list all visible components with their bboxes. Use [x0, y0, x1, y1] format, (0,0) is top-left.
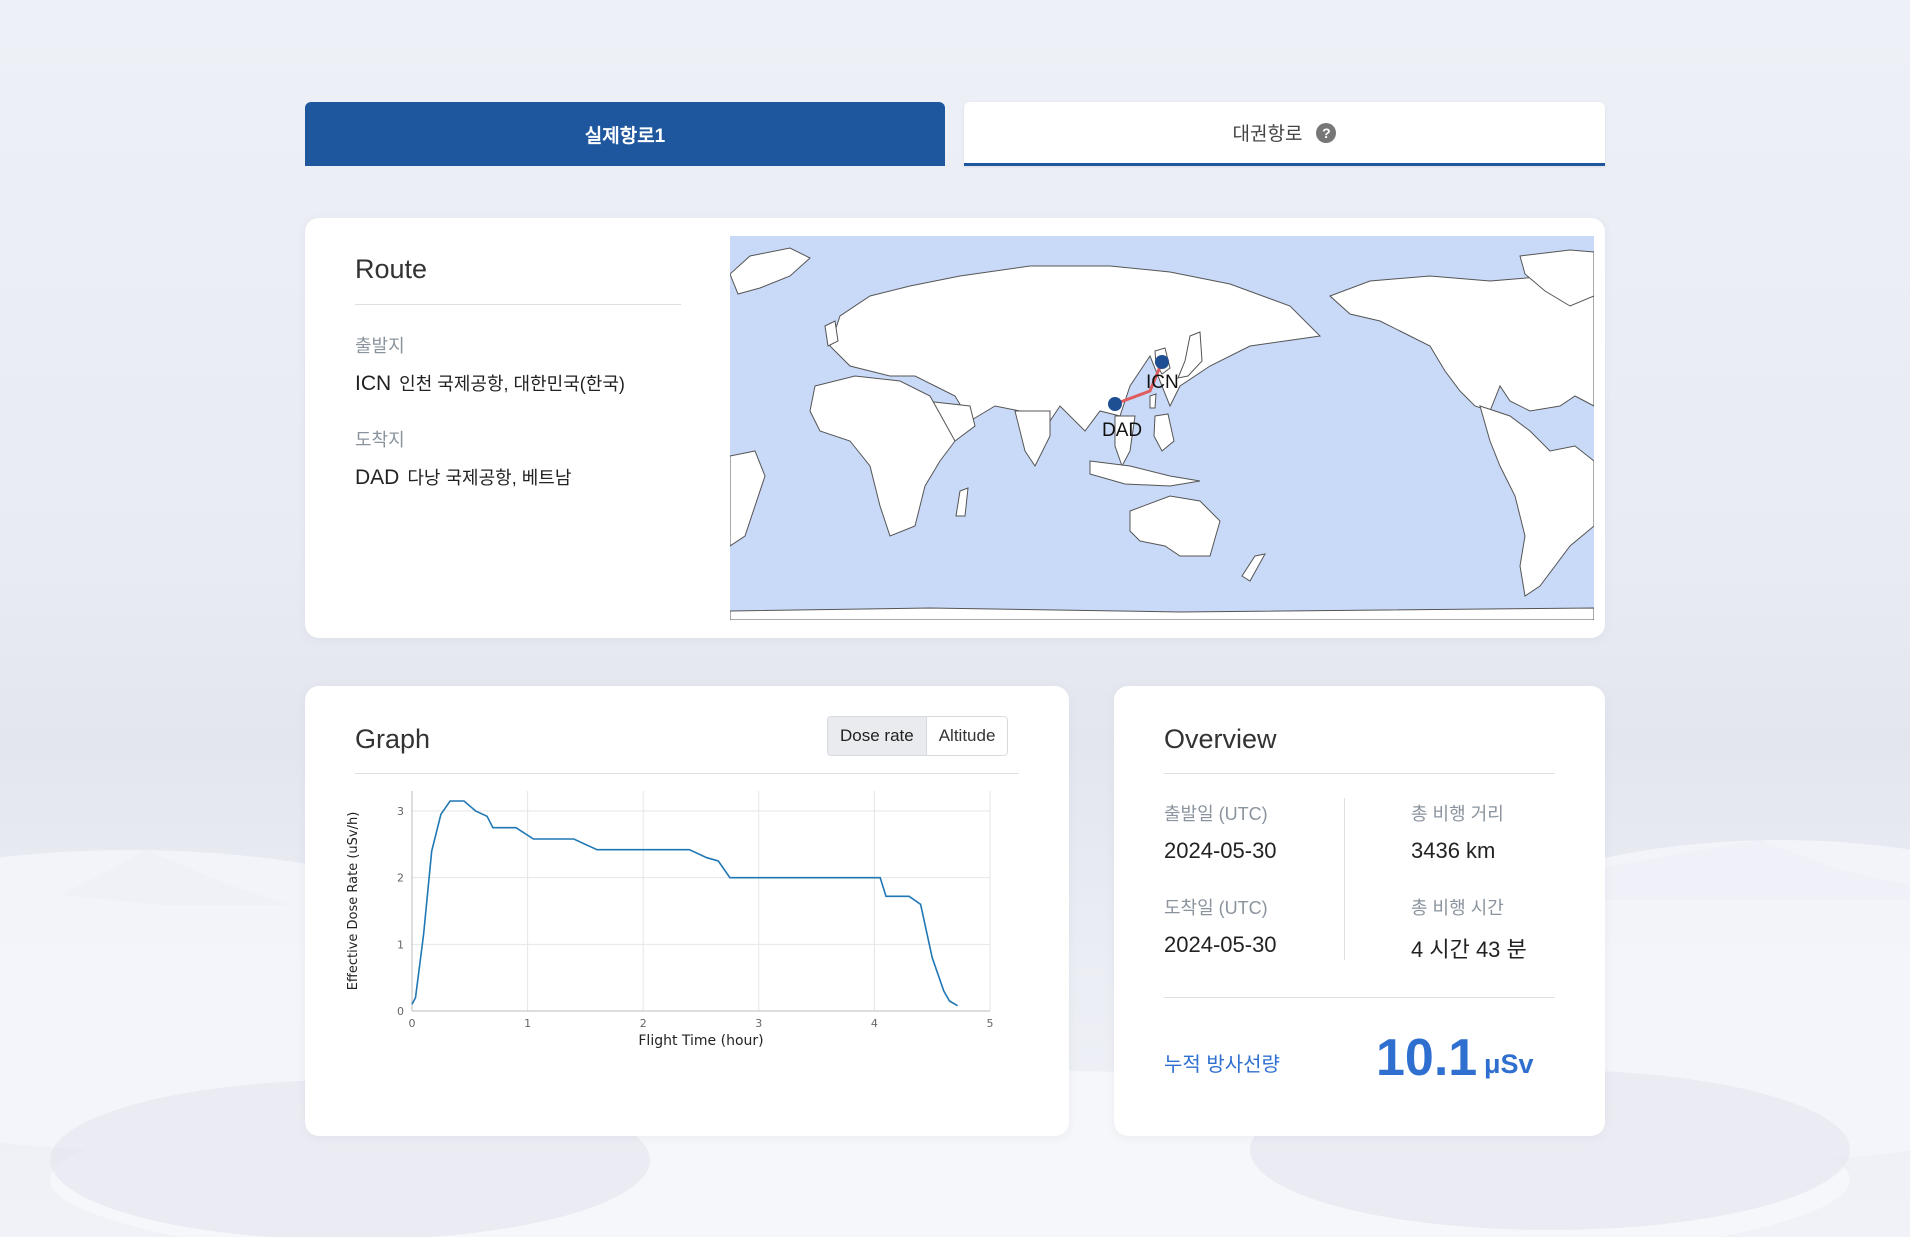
distance-value: 3436 km [1411, 838, 1496, 863]
dose-rate-chart[interactable]: 0 1 2 3 4 5 0 1 2 3 Flight Time (hour) Effective … [345, 781, 1045, 1116]
destination-marker[interactable] [1108, 397, 1122, 411]
tab-great-circle-label: 대권항로 [1232, 124, 1303, 145]
dose-rate-button[interactable]: Dose rate [828, 717, 926, 755]
route-card: Route 출발지 ICN 인천 국제공항, 대한민국(한국) 도착지 DAD 다낭… [305, 218, 1605, 638]
y-tick-label: 0 [397, 1005, 404, 1018]
arrival-code: DAD [355, 466, 400, 489]
route-map[interactable]: ICN DAD [730, 236, 1594, 620]
overview-vertical-divider [1344, 798, 1345, 960]
origin-marker-label: ICN [1146, 372, 1179, 393]
route-divider [355, 304, 681, 305]
departure-name: 인천 국제공항, 대한민국(한국) [399, 374, 625, 394]
question-circle-icon[interactable]: ? [1316, 122, 1337, 143]
x-tick-label: 5 [987, 1017, 994, 1030]
arrival-airport: DAD 다낭 국제공항, 베트남 [355, 464, 571, 490]
arrival-date-label: 도착일 (UTC) [1164, 898, 1268, 918]
cumulative-dose-label: 누적 방사선량 [1164, 1054, 1280, 1076]
route-tabs: 실제항로1 대권항로 ? [305, 102, 1605, 166]
arrival-name: 다낭 국제공항, 베트남 [407, 468, 572, 488]
graph-title: Graph [355, 724, 431, 754]
departure-date: 2024-05-30 [1164, 838, 1277, 863]
arrival-date: 2024-05-30 [1164, 932, 1277, 957]
departure-airport: ICN 인천 국제공항, 대한민국(한국) [355, 370, 625, 396]
x-tick-label: 1 [524, 1017, 531, 1030]
y-tick-label: 3 [397, 805, 404, 818]
tab-actual-route-label: 실제항로1 [584, 125, 666, 147]
destination-marker-label: DAD [1102, 420, 1142, 441]
overview-bottom-divider [1164, 997, 1555, 998]
altitude-button[interactable]: Altitude [925, 717, 1008, 755]
graph-divider [355, 773, 1019, 774]
origin-marker[interactable] [1155, 355, 1169, 369]
departure-code: ICN [355, 372, 392, 395]
distance-label: 총 비행 거리 [1411, 804, 1504, 824]
cumulative-dose-value: 10.1 [1376, 1029, 1478, 1087]
overview-divider [1164, 773, 1555, 774]
departure-date-label: 출발일 (UTC) [1164, 804, 1268, 824]
x-axis-label: Flight Time (hour) [638, 1033, 763, 1049]
cumulative-dose-unit: μSv [1484, 1049, 1534, 1079]
departure-label: 출발지 [355, 336, 405, 356]
x-tick-label: 4 [871, 1017, 878, 1030]
duration-label: 총 비행 시간 [1411, 898, 1504, 918]
y-tick-label: 2 [397, 872, 404, 885]
x-tick-label: 2 [640, 1017, 647, 1030]
arrival-label: 도착지 [355, 430, 405, 450]
route-title: Route [355, 254, 428, 284]
graph-toggle: Dose rate Altitude [827, 716, 1009, 756]
x-tick-label: 3 [755, 1017, 762, 1030]
y-tick-label: 1 [397, 938, 404, 951]
overview-title: Overview [1164, 724, 1277, 754]
tab-great-circle-route[interactable]: 대권항로 ? [964, 102, 1605, 166]
duration-value: 4 시간 43 분 [1411, 937, 1527, 962]
dose-rate-series-line [411, 800, 959, 1007]
x-tick-label: 0 [409, 1017, 416, 1030]
overview-card: Overview 출발일 (UTC) 2024-05-30 도착일 (UTC) … [1114, 686, 1605, 1136]
y-axis-label: Effective Dose Rate (uSv/h) [346, 812, 361, 991]
world-map: ICN DAD [730, 247, 1594, 620]
tab-actual-route[interactable]: 실제항로1 [305, 102, 945, 166]
graph-card: Graph Dose rate Altitude 0 1 2 3 4 5 0 1 2 3 Flig… [305, 686, 1069, 1136]
